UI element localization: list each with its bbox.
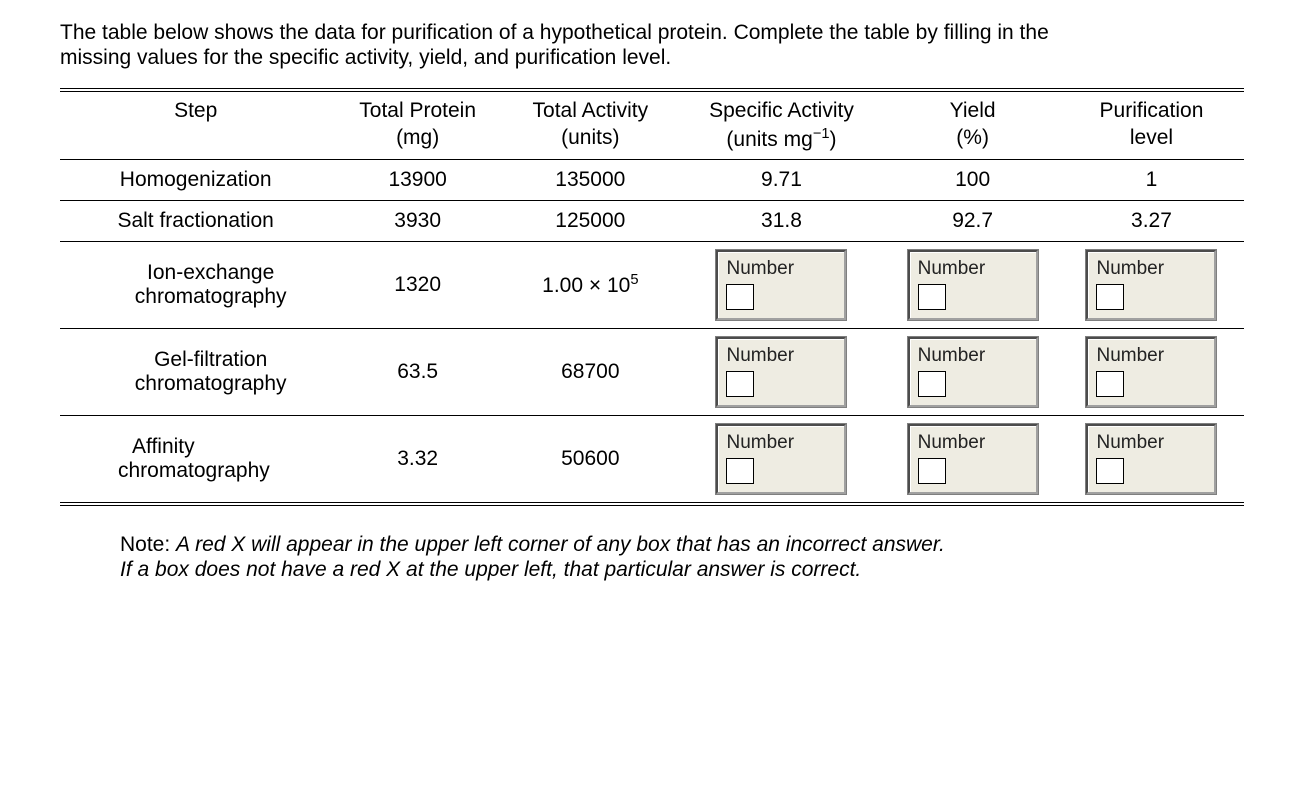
header-purification-unit: level <box>1130 126 1173 149</box>
number-input-label: Number <box>918 258 1028 280</box>
header-specific-activity-unit: (units mg−1) <box>726 128 836 151</box>
step-line-2: chromatography <box>135 285 287 308</box>
number-input-widget[interactable]: Number <box>908 250 1038 320</box>
cell-activity: 68700 <box>504 328 677 415</box>
header-yield-unit: (%) <box>956 126 989 149</box>
number-input-label: Number <box>726 432 836 454</box>
step-line-2: chromatography <box>135 372 287 395</box>
header-yield-label: Yield <box>950 99 996 122</box>
header-specific-activity-label: Specific Activity <box>709 99 854 122</box>
number-input-label: Number <box>1096 345 1206 367</box>
step-line-1: Affinity <box>118 435 195 459</box>
yield-input[interactable] <box>918 284 946 310</box>
number-input-widget[interactable]: Number <box>1086 250 1216 320</box>
number-input-label: Number <box>1096 432 1206 454</box>
purification-table: Step Total Protein (mg) Total Activity (… <box>60 88 1244 506</box>
cell-specific: 31.8 <box>677 200 887 241</box>
step-line-1: Ion-exchange <box>147 261 274 284</box>
number-input-widget[interactable]: Number <box>908 337 1038 407</box>
cell-purification-input: Number <box>1059 241 1244 328</box>
cell-yield-input: Number <box>886 415 1059 504</box>
table-row: Homogenization 13900 135000 9.71 100 1 <box>60 159 1244 200</box>
page-container: The table below shows the data for purif… <box>0 0 1304 807</box>
number-input-widget[interactable]: Number <box>716 250 846 320</box>
header-step-label: Step <box>68 98 323 124</box>
cell-protein: 3930 <box>331 200 504 241</box>
number-input-widget[interactable]: Number <box>1086 424 1216 494</box>
cell-specific-input: Number <box>677 241 887 328</box>
cell-purification: 1 <box>1059 159 1244 200</box>
header-step: Step <box>60 90 331 159</box>
cell-yield: 92.7 <box>886 200 1059 241</box>
specific-activity-input[interactable] <box>726 284 754 310</box>
cell-specific-input: Number <box>677 415 887 504</box>
cell-yield: 100 <box>886 159 1059 200</box>
cell-purification-input: Number <box>1059 415 1244 504</box>
cell-step: Affinity chromatography <box>60 415 331 504</box>
cell-protein: 3.32 <box>331 415 504 504</box>
cell-specific: 9.71 <box>677 159 887 200</box>
cell-protein: 1320 <box>331 241 504 328</box>
table-row: Affinity chromatography 3.32 50600 Numbe… <box>60 415 1244 504</box>
cell-protein: 13900 <box>331 159 504 200</box>
header-total-activity-unit: (units) <box>561 126 619 149</box>
cell-activity: 125000 <box>504 200 677 241</box>
note-line-1: A red X will appear in the upper left co… <box>176 533 945 556</box>
header-total-activity-label: Total Activity <box>533 99 649 122</box>
number-input-label: Number <box>726 345 836 367</box>
cell-step: Gel-filtration chromatography <box>60 328 331 415</box>
cell-purification-input: Number <box>1059 328 1244 415</box>
cell-protein: 63.5 <box>331 328 504 415</box>
cell-specific-input: Number <box>677 328 887 415</box>
cell-yield-input: Number <box>886 241 1059 328</box>
header-total-protein-unit: (mg) <box>396 126 439 149</box>
prompt-line-2: missing values for the specific activity… <box>60 46 671 69</box>
note-line-2: If a box does not have a red X at the up… <box>120 558 861 581</box>
purification-input[interactable] <box>1096 371 1124 397</box>
table-row: Ion-exchange chromatography 1320 1.00 × … <box>60 241 1244 328</box>
cell-activity: 50600 <box>504 415 677 504</box>
table-row: Salt fractionation 3930 125000 31.8 92.7… <box>60 200 1244 241</box>
number-input-widget[interactable]: Number <box>716 337 846 407</box>
header-total-activity: Total Activity (units) <box>504 90 677 159</box>
specific-activity-input[interactable] <box>726 371 754 397</box>
cell-yield-input: Number <box>886 328 1059 415</box>
header-total-protein-label: Total Protein <box>359 99 476 122</box>
header-purification-label: Purification <box>1100 99 1204 122</box>
number-input-widget[interactable]: Number <box>1086 337 1216 407</box>
yield-input[interactable] <box>918 371 946 397</box>
header-row: Step Total Protein (mg) Total Activity (… <box>60 90 1244 159</box>
cell-purification: 3.27 <box>1059 200 1244 241</box>
header-total-protein: Total Protein (mg) <box>331 90 504 159</box>
purification-input[interactable] <box>1096 458 1124 484</box>
number-input-label: Number <box>918 432 1028 454</box>
step-line-2: chromatography <box>118 459 270 482</box>
number-input-label: Number <box>918 345 1028 367</box>
cell-activity: 135000 <box>504 159 677 200</box>
purification-input[interactable] <box>1096 284 1124 310</box>
footnote: Note: A red X will appear in the upper l… <box>120 532 1244 582</box>
note-lead: Note: <box>120 533 176 556</box>
prompt-line-1: The table below shows the data for purif… <box>60 21 1049 44</box>
specific-activity-input[interactable] <box>726 458 754 484</box>
header-purification: Purification level <box>1059 90 1244 159</box>
cell-activity: 1.00 × 105 <box>504 241 677 328</box>
number-input-widget[interactable]: Number <box>908 424 1038 494</box>
number-input-label: Number <box>726 258 836 280</box>
number-input-label: Number <box>1096 258 1206 280</box>
header-specific-activity: Specific Activity (units mg−1) <box>677 90 887 159</box>
number-input-widget[interactable]: Number <box>716 424 846 494</box>
yield-input[interactable] <box>918 458 946 484</box>
header-yield: Yield (%) <box>886 90 1059 159</box>
cell-step: Ion-exchange chromatography <box>60 241 331 328</box>
question-prompt: The table below shows the data for purif… <box>60 20 1244 70</box>
step-line-1: Gel-filtration <box>154 348 267 371</box>
cell-step: Homogenization <box>60 159 331 200</box>
cell-step: Salt fractionation <box>60 200 331 241</box>
table-row: Gel-filtration chromatography 63.5 68700… <box>60 328 1244 415</box>
